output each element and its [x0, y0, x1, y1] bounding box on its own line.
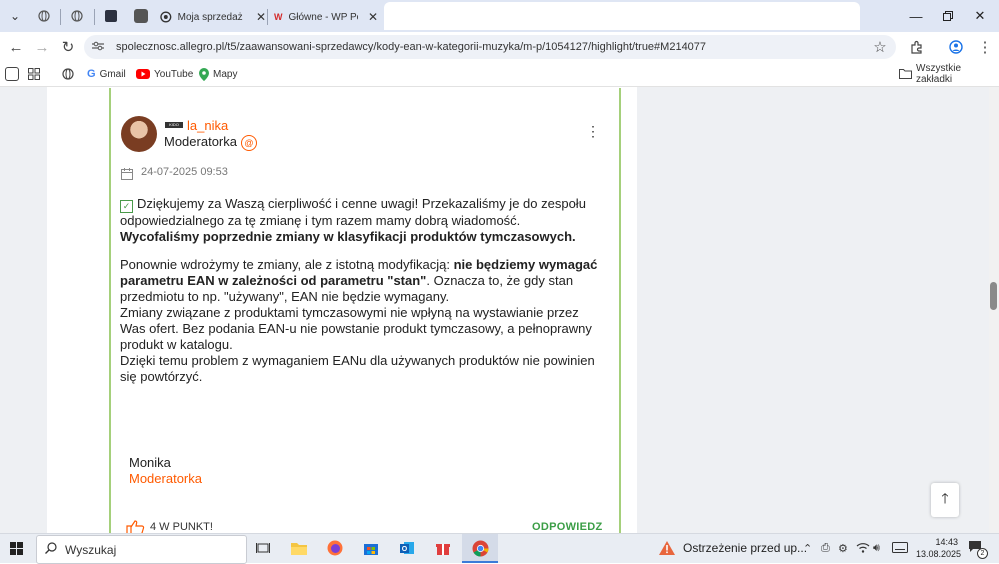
- windows-taskbar: Wyszukaj O Ostrzeżenie przed up... ⌃ ⎙ ⚙…: [0, 533, 999, 564]
- allegro-at-icon: @: [241, 135, 257, 151]
- tab-bar: ⌄ Moja sprzedaż | ✕ W Główne - WP Po ✕ —…: [0, 0, 999, 32]
- tray-device-icon[interactable]: ⎙: [821, 542, 830, 555]
- tab-title: Główne - WP Po: [288, 11, 358, 23]
- bookmark-youtube[interactable]: YouTube: [136, 66, 193, 82]
- tab-moja-sprzedaz[interactable]: Moja sprzedaż | ✕: [160, 4, 266, 30]
- scroll-to-top-button[interactable]: 🡑: [931, 483, 959, 517]
- notification-count-badge: 2: [977, 548, 988, 559]
- post-options-kebab-icon[interactable]: ⋮: [586, 124, 600, 138]
- reload-icon[interactable]: ↻: [58, 37, 78, 57]
- volume-icon[interactable]: 🔊︎: [873, 542, 880, 555]
- bookmark-label: Mapy: [213, 68, 238, 80]
- page-scrollbar[interactable]: [989, 87, 999, 533]
- system-clock[interactable]: 14:43 13.08.2025: [916, 536, 962, 560]
- youtube-icon: [136, 69, 150, 79]
- close-window-icon[interactable]: ✕: [970, 6, 990, 26]
- post-text: Dziękujemy za Waszą cierpliwość i cenne …: [120, 196, 586, 228]
- bookmark-label: Gmail: [99, 68, 126, 80]
- keyboard-icon[interactable]: [892, 542, 908, 556]
- minimize-icon[interactable]: —: [906, 6, 926, 26]
- post-bold-text: Wycofaliśmy poprzednie zmiany w klasyfik…: [120, 229, 576, 244]
- site-info-icon[interactable]: [92, 41, 110, 54]
- taskbar-search[interactable]: Wyszukaj: [36, 535, 247, 564]
- tab-glowne-wp[interactable]: W Główne - WP Po ✕: [274, 4, 378, 30]
- profile-avatar-icon[interactable]: [946, 37, 966, 57]
- bookmark-label: YouTube: [154, 68, 194, 80]
- wifi-icon[interactable]: [856, 542, 870, 556]
- chrome-icon[interactable]: [471, 539, 489, 557]
- post-text: Dzięki temu problem z wymaganiem EANu dl…: [120, 353, 595, 384]
- post-text: Zmiany związane z produktami tymczasowym…: [120, 305, 592, 352]
- globe-icon[interactable]: [62, 66, 74, 82]
- post-body: ✓ Dziękujemy za Waszą cierpliwość i cenne…: [120, 196, 602, 397]
- post-paragraph-2: Ponownie wdrożymy te zmiany, ale z istot…: [120, 257, 602, 385]
- post-date: 24-07-2025 09:53: [141, 166, 228, 178]
- gift-app-icon[interactable]: [434, 539, 452, 557]
- kudos-button[interactable]: 4 W PUNKT!: [126, 519, 213, 533]
- clock-time: 14:43: [935, 537, 958, 547]
- svg-text:O: O: [402, 546, 408, 553]
- rank-badge: KIDO: [165, 122, 183, 128]
- kudos-label: 4 W PUNKT!: [150, 521, 213, 533]
- notification-warning[interactable]: Ostrzeżenie przed up...: [658, 540, 807, 556]
- apps-grid-icon[interactable]: [28, 66, 40, 82]
- signature-name: Monika: [129, 455, 171, 470]
- post-paragraph-1: ✓ Dziękujemy za Waszą cierpliwość i cenne…: [120, 196, 602, 245]
- wp-favicon-icon: W: [274, 12, 283, 22]
- tab-title: Moja sprzedaż |: [177, 11, 246, 23]
- restore-icon[interactable]: [938, 6, 958, 26]
- url-text[interactable]: spolecznosc.allegro.pl/t5/zaawansowani-s…: [116, 41, 706, 53]
- close-icon[interactable]: ✕: [368, 10, 378, 24]
- reply-button[interactable]: ODPOWIEDZ: [532, 521, 603, 533]
- tab-search-icon[interactable]: [5, 66, 19, 82]
- folder-icon: [899, 69, 912, 79]
- page-viewport: KIDO la_nika Moderatorka @ ⋮ 24-07-2025 …: [0, 87, 999, 533]
- allegro-favicon-icon: [160, 11, 172, 23]
- search-placeholder: Wyszukaj: [65, 542, 117, 557]
- tab-group-icon[interactable]: [131, 6, 151, 26]
- extensions-puzzle-icon[interactable]: [907, 37, 927, 57]
- maps-pin-icon: [199, 67, 209, 81]
- checkmark-icon: ✓: [120, 200, 133, 213]
- author-role: Moderatorka: [164, 134, 237, 149]
- all-bookmarks[interactable]: Wszystkie zakładki: [899, 63, 999, 85]
- bookmarks-bar: G Gmail YouTube Mapy Wszystkie zakładki: [0, 62, 999, 87]
- forward-arrow-icon[interactable]: →: [32, 37, 52, 57]
- close-icon[interactable]: ✕: [256, 10, 266, 24]
- menu-kebab-icon[interactable]: ⋮: [975, 37, 995, 57]
- tab-globe-icon[interactable]: [67, 6, 87, 26]
- address-bar[interactable]: spolecznosc.allegro.pl/t5/zaawansowani-s…: [84, 35, 896, 59]
- bookmark-gmail[interactable]: G Gmail: [87, 66, 126, 82]
- file-explorer-icon[interactable]: [290, 539, 308, 557]
- bookmark-mapy[interactable]: Mapy: [199, 66, 237, 82]
- author-avatar[interactable]: [121, 116, 157, 152]
- tab-app-icon[interactable]: [101, 6, 121, 26]
- tray-network-icon[interactable]: ⚙: [838, 542, 848, 555]
- tab-globe-icon[interactable]: [34, 6, 54, 26]
- search-icon: [45, 541, 57, 559]
- tray-chevron-up-icon[interactable]: ⌃: [803, 542, 812, 555]
- warning-icon: [659, 541, 675, 555]
- active-tab[interactable]: [384, 2, 860, 30]
- google-g-icon: G: [87, 68, 96, 80]
- author-username[interactable]: la_nika: [187, 118, 228, 133]
- outlook-icon[interactable]: O: [398, 539, 416, 557]
- clock-date: 13.08.2025: [916, 549, 962, 559]
- firefox-icon[interactable]: [326, 539, 344, 557]
- calendar-icon: [121, 167, 133, 180]
- windows-start-icon[interactable]: [10, 542, 23, 560]
- signature-role: Moderatorka: [129, 471, 202, 486]
- notification-text: Ostrzeżenie przed up...: [683, 541, 808, 555]
- bookmark-star-icon[interactable]: ☆: [870, 37, 890, 57]
- task-view-icon[interactable]: [254, 539, 272, 557]
- tab-search-chevron-icon[interactable]: ⌄: [5, 6, 25, 26]
- microsoft-store-icon[interactable]: [362, 539, 380, 557]
- back-arrow-icon[interactable]: ←: [6, 37, 26, 57]
- all-bookmarks-label: Wszystkie zakładki: [916, 63, 961, 85]
- browser-toolbar: ← → ↻ spolecznosc.allegro.pl/t5/zaawanso…: [0, 32, 999, 62]
- post-text: Ponownie wdrożymy te zmiany, ale z istot…: [120, 257, 454, 272]
- thumbs-up-icon: [126, 520, 145, 533]
- scrollbar-thumb[interactable]: [990, 282, 997, 310]
